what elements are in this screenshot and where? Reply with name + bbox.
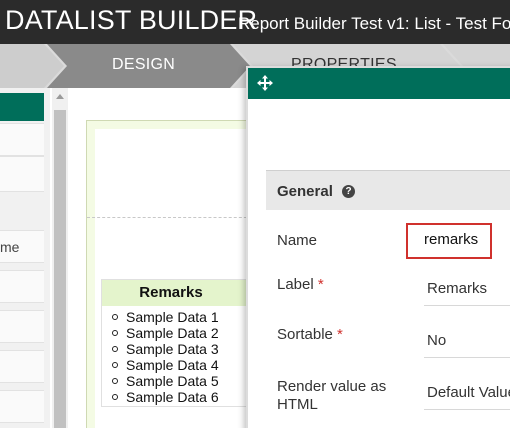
label-label-text: Label — [277, 276, 314, 293]
column-header[interactable]: Remarks — [102, 280, 250, 306]
name-value-highlight[interactable]: remarks — [406, 223, 492, 259]
divider — [87, 217, 257, 218]
bullet-icon — [112, 314, 118, 320]
required-marker: * — [337, 326, 343, 343]
column-card[interactable]: Remarks Sample Data 1 Sample Data 2 Samp… — [101, 279, 251, 407]
list-item: Sample Data 5 — [112, 373, 250, 389]
sample-data-text: Sample Data 6 — [126, 389, 219, 405]
list-item: Sample Data 2 — [112, 325, 250, 341]
move-arrows-icon[interactable] — [256, 74, 274, 92]
sortable-label: Sortable * — [277, 326, 343, 344]
scrollbar-thumb[interactable] — [54, 110, 66, 428]
sortable-label-text: Sortable — [277, 326, 333, 343]
palette-item[interactable] — [0, 123, 44, 156]
sample-data-text: Sample Data 4 — [126, 357, 219, 373]
render-html-select[interactable]: Default Value — [424, 376, 510, 410]
palette-item[interactable] — [0, 270, 44, 303]
general-section[interactable]: General ? — [266, 170, 510, 210]
sortable-select[interactable]: No — [424, 324, 510, 358]
bullet-icon — [112, 394, 118, 400]
label-field-label: Label * — [277, 276, 324, 294]
list-item: Sample Data 1 — [112, 309, 250, 325]
bullet-icon — [112, 378, 118, 384]
tab-design[interactable]: DESIGN — [112, 56, 175, 74]
palette-scrollbar[interactable] — [52, 88, 68, 428]
dialog-title-bar[interactable] — [248, 68, 510, 99]
design-canvas: Remarks Sample Data 1 Sample Data 2 Samp… — [72, 88, 265, 428]
list-item: Sample Data 3 — [112, 341, 250, 357]
list-container: Remarks Sample Data 1 Sample Data 2 Samp… — [86, 120, 265, 428]
name-label: Name — [277, 232, 318, 249]
palette-item-label: me — [0, 239, 20, 255]
question-circle-icon[interactable]: ? — [342, 185, 355, 198]
name-value: remarks — [424, 231, 479, 248]
palette-item[interactable] — [0, 350, 44, 383]
palette-header — [0, 93, 44, 121]
report-title: Report Builder Test v1: List - Test Form — [238, 14, 510, 33]
palette-item[interactable] — [0, 310, 44, 343]
bullet-icon — [112, 346, 118, 352]
bullet-icon — [112, 330, 118, 336]
sample-data-text: Sample Data 5 — [126, 373, 219, 389]
properties-dialog: General ? Name remarks Label * Remarks S… — [246, 66, 510, 428]
palette-item[interactable]: me — [0, 230, 44, 263]
column-palette: me — [0, 88, 50, 428]
palette-item[interactable] — [0, 390, 44, 423]
list-area: Remarks Sample Data 1 Sample Data 2 Samp… — [87, 129, 265, 428]
section-title: General — [277, 183, 333, 200]
palette-item[interactable] — [0, 156, 44, 192]
sample-data-list: Sample Data 1 Sample Data 2 Sample Data … — [102, 306, 250, 405]
list-item: Sample Data 4 — [112, 357, 250, 373]
list-item: Sample Data 6 — [112, 389, 250, 405]
triangle-up-icon[interactable] — [56, 94, 64, 99]
sample-data-text: Sample Data 3 — [126, 341, 219, 357]
render-html-label: Render value as HTML — [277, 378, 387, 413]
required-marker: * — [317, 276, 324, 293]
app-header: DATALIST BUILDER Report Builder Test v1:… — [0, 0, 510, 44]
app-title: DATALIST BUILDER — [5, 5, 258, 35]
sample-data-text: Sample Data 2 — [126, 325, 219, 341]
bullet-icon — [112, 362, 118, 368]
sample-data-text: Sample Data 1 — [126, 309, 219, 325]
label-input[interactable]: Remarks — [424, 272, 510, 306]
